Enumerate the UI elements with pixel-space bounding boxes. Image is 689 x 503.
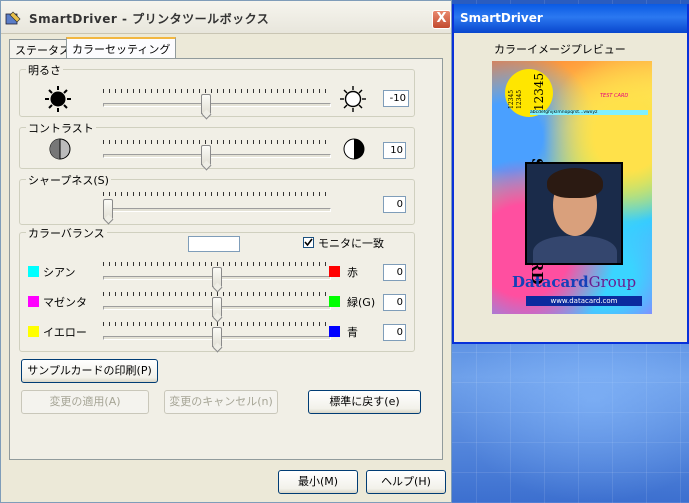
brightness-label: 明るさ <box>26 62 63 78</box>
magenta-green-slider-thumb[interactable] <box>212 297 222 317</box>
sharpness-label: シャープネス(S) <box>26 172 111 188</box>
sharpness-ticks <box>103 192 331 196</box>
yellow-blue-slider-thumb[interactable] <box>212 327 222 347</box>
card-circle-small-1: 12345 <box>508 89 515 109</box>
magenta-green-value[interactable]: 0 <box>383 294 406 311</box>
preview-heading: カラーイメージプレビュー <box>494 43 626 56</box>
magenta-label: マゼンタ <box>43 296 87 309</box>
magenta-green-ticks <box>103 292 331 296</box>
card-test-label: TEST CARD <box>600 93 629 99</box>
magenta-swatch <box>28 296 39 307</box>
card-alphabet: abcdefghijklmnopqrst...vwxyz <box>530 110 648 115</box>
light-sun-icon <box>340 86 366 112</box>
green-label: 緑(G) <box>347 296 376 309</box>
contrast-label: コントラスト <box>26 120 96 136</box>
photo-hair <box>547 168 603 198</box>
preview-window: SmartDriver カラーイメージプレビュー 12345 12345 123… <box>452 4 689 344</box>
brightness-group: 明るさ -10 <box>19 62 415 117</box>
brightness-slider-thumb[interactable] <box>201 94 212 114</box>
blue-label: 青 <box>347 326 358 339</box>
red-label: 赤 <box>347 266 358 279</box>
tab-color-settings[interactable]: カラーセッティング <box>66 37 177 59</box>
yellow-label: イエロー <box>43 326 87 339</box>
cyan-swatch <box>28 266 39 277</box>
low-contrast-icon <box>49 138 71 160</box>
match-monitor-checkbox[interactable] <box>303 237 314 248</box>
dark-sun-icon <box>45 86 71 112</box>
cyan-label: シアン <box>43 266 76 279</box>
cancel-changes-button[interactable]: 変更のキャンセル(n) <box>164 390 278 414</box>
brightness-track[interactable] <box>103 103 331 107</box>
brightness-value[interactable]: -10 <box>383 90 409 107</box>
contrast-track[interactable] <box>103 154 331 158</box>
color-balance-group: カラーバランス モニタに一致 シアン 赤 0 マゼンタ 緑(G) 0 イエロー … <box>19 225 415 352</box>
card-photo <box>525 162 623 265</box>
help-button[interactable]: ヘルプ(H) <box>366 470 446 494</box>
blue-swatch <box>329 326 340 337</box>
preview-title-bar[interactable]: SmartDriver <box>454 4 687 33</box>
color-sample-box <box>188 236 240 252</box>
yellow-blue-value[interactable]: 0 <box>383 324 406 341</box>
card-brand-group: Group <box>588 273 637 291</box>
apply-changes-button[interactable]: 変更の適用(A) <box>21 390 149 414</box>
sample-card-preview: 12345 12345 12345 TEST CARD abcdefghijkl… <box>492 61 652 314</box>
sharpness-group: シャープネス(S) 0 <box>19 172 415 225</box>
red-swatch <box>329 266 340 277</box>
contrast-ticks <box>103 140 331 144</box>
cyan-red-value[interactable]: 0 <box>383 264 406 281</box>
title-bar[interactable]: SmartDriver - プリンタツールボックス X <box>1 1 451 34</box>
card-brand-datacard: Datacard <box>512 273 589 291</box>
cyan-red-ticks <box>103 262 331 266</box>
contrast-slider-thumb[interactable] <box>201 145 212 165</box>
toolbox-window: SmartDriver - プリンタツールボックス X ステータス カラーセッテ… <box>0 0 452 503</box>
color-settings-panel: 明るさ -10 コントラスト 10 シャープネス(S) 0 カラーバランス モニ… <box>9 58 443 460</box>
sharpness-track[interactable] <box>103 208 331 212</box>
card-brand: DatacardGroup <box>512 273 636 291</box>
photo-body <box>533 236 617 263</box>
sharpness-value[interactable]: 0 <box>383 196 406 213</box>
card-circle-small-2: 12345 <box>516 89 523 109</box>
yellow-blue-ticks <box>103 322 331 326</box>
desktop-glow <box>450 330 689 503</box>
match-monitor-label: モニタに一致 <box>318 237 384 250</box>
print-sample-card-button[interactable]: サンプルカードの印刷(P) <box>21 359 158 383</box>
high-contrast-icon <box>343 138 365 160</box>
card-circle-number: 12345 <box>532 72 546 111</box>
sharpness-slider-thumb[interactable] <box>103 199 113 219</box>
brightness-ticks <box>103 89 331 93</box>
card-url: www.datacard.com <box>526 296 642 306</box>
cyan-red-slider-thumb[interactable] <box>212 267 222 287</box>
yellow-swatch <box>28 326 39 337</box>
smartdriver-app-icon <box>5 11 21 25</box>
color-balance-label: カラーバランス <box>26 225 107 241</box>
contrast-value[interactable]: 10 <box>383 142 406 159</box>
contrast-group: コントラスト 10 <box>19 120 415 169</box>
window-title: SmartDriver - プリンタツールボックス <box>29 12 270 26</box>
checkmark-icon <box>304 238 313 247</box>
green-swatch <box>329 296 340 307</box>
reset-default-button[interactable]: 標準に戻す(e) <box>308 390 421 414</box>
minimize-button[interactable]: 最小(M) <box>278 470 358 494</box>
close-button[interactable]: X <box>432 10 451 29</box>
